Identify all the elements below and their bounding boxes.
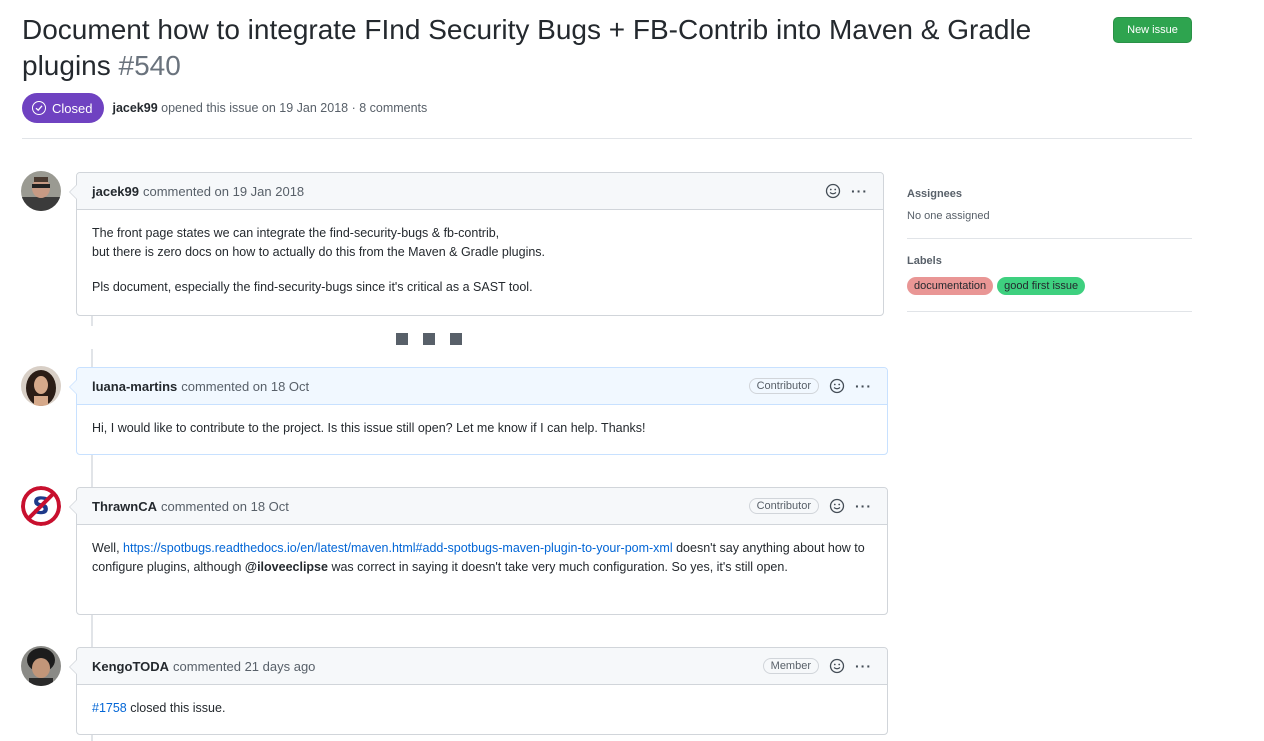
header-divider [22,138,1192,139]
comment-line: but there is zero docs on how to actuall… [92,245,546,259]
issue-meta-text: jacek99 opened this issue on 19 Jan 2018… [112,101,427,115]
smiley-icon[interactable] [829,498,845,514]
comment-author[interactable]: jacek99 [92,184,139,199]
comment-text: was correct in saying it doesn't take ve… [327,560,788,574]
avatar[interactable] [21,646,61,686]
hidden-items-loader[interactable] [396,333,462,345]
ellipsis-block [396,333,408,345]
labels-list: documentation good first issue [907,277,1192,295]
ellipsis-block [450,333,462,345]
comment-line: Pls document, especially the find-securi… [92,280,533,294]
assignees-heading[interactable]: Assignees [907,188,1192,200]
avatar[interactable]: S [21,486,61,526]
author-association-badge: Member [762,658,819,674]
comment-author[interactable]: luana-martins [92,379,177,394]
kebab-horizontal-icon[interactable]: ··· [851,184,868,198]
comment: KengoTODA commented 21 days ago Member ·… [69,647,888,735]
comment-timestamp[interactable]: commented on 18 Oct [161,499,289,514]
comment: luana-martins commented on 18 Oct Contri… [69,367,888,455]
comment: ThrawnCA commented on 18 Oct Contributor… [69,487,888,615]
comment-line: Hi, I would like to contribute to the pr… [92,421,646,435]
state-badge: Closed [22,93,105,123]
assignees-section: Assignees No one assigned [907,172,1192,239]
labels-heading[interactable]: Labels [907,255,1192,267]
comment-body: Hi, I would like to contribute to the pr… [77,405,887,452]
comment-header: KengoTODA commented 21 days ago Member ·… [77,648,887,685]
pull-request-link[interactable]: #1758 [92,701,127,715]
comment-text: Well, [92,541,124,555]
issue-title: Document how to integrate FInd Security … [22,12,1082,84]
state-label: Closed [52,100,93,116]
comment-header: luana-martins commented on 18 Oct Contri… [77,368,887,405]
comment-body: The front page states we can integrate t… [77,210,883,311]
issue-opened-text: opened this issue on 19 Jan 2018 · 8 com… [161,101,428,115]
issue-meta: Closed jacek99 opened this issue on 19 J… [22,93,427,123]
comment-header: jacek99 commented on 19 Jan 2018 ··· [77,173,883,210]
timeline-line [91,615,93,647]
comment-timestamp[interactable]: commented 21 days ago [173,659,315,674]
timeline-line [91,349,93,367]
issue-number: #540 [118,50,181,81]
comment-line: The front page states we can integrate t… [92,226,500,240]
kebab-horizontal-icon[interactable]: ··· [855,379,872,393]
ellipsis-block [423,333,435,345]
timeline-line [91,316,93,326]
issue-author-link[interactable]: jacek99 [112,101,157,115]
assignees-value: No one assigned [907,210,990,222]
comment-timestamp[interactable]: commented on 19 Jan 2018 [143,184,304,199]
avatar[interactable] [21,171,61,211]
comment-text: closed this issue. [126,701,226,715]
author-association-badge: Contributor [748,378,819,394]
comment-timestamp[interactable]: commented on 18 Oct [181,379,309,394]
smiley-icon[interactable] [825,183,841,199]
docs-link[interactable]: https://spotbugs.readthedocs.io/en/lates… [123,541,673,555]
new-issue-button[interactable]: New issue [1113,17,1192,43]
smiley-icon[interactable] [829,658,845,674]
issue-sidebar: Assignees No one assigned Labels documen… [907,172,1192,312]
author-association-badge: Contributor [748,498,819,514]
kebab-horizontal-icon[interactable]: ··· [855,659,872,673]
avatar[interactable] [21,366,61,406]
labels-section: Labels documentation good first issue [907,239,1192,312]
timeline-line [91,735,93,741]
comment-author[interactable]: ThrawnCA [92,499,157,514]
comment-header: ThrawnCA commented on 18 Oct Contributor… [77,488,887,525]
comment-author[interactable]: KengoTODA [92,659,169,674]
smiley-icon[interactable] [829,378,845,394]
user-mention[interactable]: @iloveeclipse [245,560,328,574]
comment-body: #1758 closed this issue. [77,685,887,732]
kebab-horizontal-icon[interactable]: ··· [855,499,872,513]
timeline-line [91,455,93,487]
label-documentation[interactable]: documentation [907,277,994,295]
check-circle-icon [32,101,46,115]
comment: jacek99 commented on 19 Jan 2018 ··· The… [69,172,884,316]
label-good-first-issue[interactable]: good first issue [997,277,1086,295]
comment-body: Well, https://spotbugs.readthedocs.io/en… [77,525,887,591]
issue-page: Document how to integrate FInd Security … [0,0,1264,741]
